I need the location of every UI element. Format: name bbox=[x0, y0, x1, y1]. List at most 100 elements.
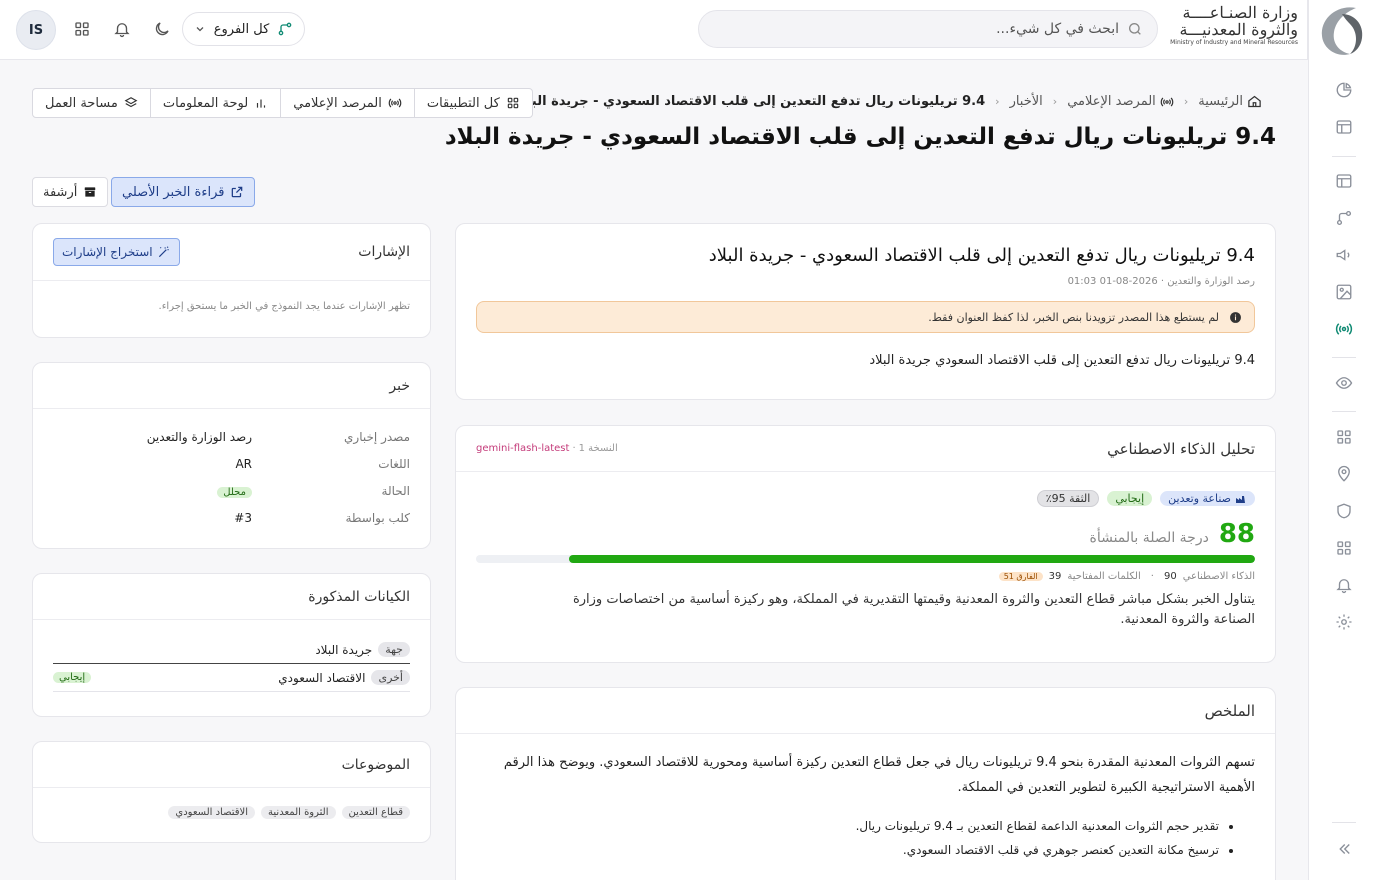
relevance-label: درجة الصلة بالمنشأة bbox=[1089, 530, 1209, 546]
collapse-chevrons-icon[interactable] bbox=[1334, 839, 1354, 859]
breadcrumb-media-observatory[interactable]: المرصد الإعلامي bbox=[1067, 94, 1174, 109]
bell-rail-icon[interactable] bbox=[1334, 575, 1354, 595]
entity-type: جهة bbox=[378, 642, 410, 657]
archive-icon bbox=[83, 185, 97, 199]
extract-signals-label: استخراج الإشارات bbox=[62, 245, 153, 259]
factory-icon bbox=[1235, 493, 1247, 505]
breadcrumb-news[interactable]: الأخبار bbox=[1010, 94, 1043, 109]
entities-title: الكيانات المذكورة bbox=[308, 588, 410, 605]
topic-chip[interactable]: الثروة المعدنية bbox=[261, 806, 336, 819]
read-original-label: قراءة الخبر الأصلي bbox=[122, 184, 225, 200]
branch-icon[interactable] bbox=[1334, 208, 1354, 228]
external-link-icon bbox=[230, 185, 244, 199]
home-icon bbox=[1247, 94, 1262, 109]
entity-row: جهة جريدة البلاد bbox=[53, 636, 410, 664]
pie-chart-icon[interactable] bbox=[1334, 80, 1354, 100]
detail-key: كلب بواسطة bbox=[345, 510, 411, 525]
article-meta: رصد الوزارة والتعدين · 2026-08-01 01:03 bbox=[1067, 276, 1255, 287]
bell-icon[interactable] bbox=[108, 15, 136, 43]
user-avatar[interactable]: IS bbox=[16, 10, 56, 50]
summary-bullet: ترسيخ مكانة التعدين كعنصر جوهري في قلب ا… bbox=[476, 838, 1219, 862]
topics-title: الموضوعات bbox=[341, 756, 410, 773]
tab-workspace[interactable]: مساحة العمل bbox=[33, 89, 150, 117]
summary-title: الملخص bbox=[1204, 701, 1255, 720]
signals-card: الإشارات استخراج الإشارات تظهر الإشارات … bbox=[32, 223, 431, 338]
broadcast-icon[interactable] bbox=[1334, 319, 1354, 339]
detail-key: مصدر إخباري bbox=[344, 429, 410, 444]
summary-card: الملخص تسهم الثروات المعدنية المقدرة بنح… bbox=[455, 687, 1276, 880]
detail-value: AR bbox=[235, 456, 252, 471]
signals-empty-text: تظهر الإشارات عندما يجد النموذج في الخبر… bbox=[158, 301, 410, 312]
eye-icon[interactable] bbox=[1334, 373, 1354, 393]
ai-analysis-card: تحليل الذكاء الاصطناعي النسخة 1 · gemini… bbox=[455, 425, 1276, 663]
top-bar: وزارة الصنـاعــــة والثروة المعدنيـــة M… bbox=[0, 0, 1308, 60]
archive-button[interactable]: أرشفة bbox=[32, 177, 109, 207]
extract-signals-button[interactable]: استخراج الإشارات bbox=[53, 238, 180, 266]
global-search[interactable] bbox=[698, 10, 1158, 48]
settings-icon[interactable] bbox=[1334, 612, 1354, 632]
detail-fetched-by-link[interactable]: #3 bbox=[234, 511, 252, 525]
breadcrumb-separator: ‹ bbox=[995, 95, 1000, 108]
summary-bullet: تقدير حجم الثروات المعدنية الداعمة لقطاع… bbox=[476, 814, 1219, 838]
page-title: 9.4 تريليونات ريال تدفع التعدين إلى قلب … bbox=[444, 124, 1276, 150]
breadcrumb-home-label: الرئيسية bbox=[1198, 94, 1243, 109]
location-pin-icon[interactable] bbox=[1334, 464, 1354, 484]
broadcast-icon bbox=[1160, 95, 1174, 109]
notice-text: لم يستطع هذا المصدر تزويدنا بنص الخبر، ل… bbox=[928, 310, 1219, 324]
breadcrumb-media-label: المرصد الإعلامي bbox=[1067, 94, 1156, 109]
apps-grid-icon[interactable] bbox=[1334, 427, 1354, 447]
summary-text: تسهم الثروات المعدنية المقدرة بنحو 9.4 ت… bbox=[503, 755, 1255, 795]
detail-source-link[interactable]: رصد الوزارة والتعدين bbox=[147, 430, 252, 444]
breadcrumb-current: 9.4 تريليونات ريال تدفع التعدين إلى قلب … bbox=[515, 94, 985, 109]
ministry-wordmark: وزارة الصنـاعــــة والثروة المعدنيـــة M… bbox=[1168, 4, 1298, 54]
summary-bullets: تقدير حجم الثروات المعدنية الداعمة لقطاع… bbox=[476, 814, 1255, 862]
tab-dashboard[interactable]: لوحة المعلومات bbox=[149, 89, 280, 117]
table-icon[interactable] bbox=[1334, 171, 1354, 191]
topic-chip[interactable]: الاقتصاد السعودي bbox=[168, 806, 256, 819]
image-icon[interactable] bbox=[1334, 282, 1354, 302]
breadcrumb: الرئيسية ‹ المرصد الإعلامي ‹ الأخبار ‹ 9… bbox=[515, 94, 1262, 109]
avatar-initials: IS bbox=[28, 22, 44, 38]
ai-version: النسخة 1 bbox=[578, 443, 618, 454]
relevance-bar-fill bbox=[569, 555, 1255, 563]
brand-line-3: Ministry of Industry and Mineral Resourc… bbox=[1170, 39, 1298, 46]
archive-label: أرشفة bbox=[43, 184, 78, 200]
keyword-score-label: الكلمات المفتاحية bbox=[1067, 571, 1141, 582]
detail-key: الحالة bbox=[381, 483, 410, 498]
megaphone-icon[interactable] bbox=[1334, 245, 1354, 265]
entity-sentiment-badge: إيجابي bbox=[53, 672, 92, 683]
moon-icon[interactable] bbox=[148, 15, 176, 43]
tab-all-apps[interactable]: كل التطبيقات bbox=[413, 89, 532, 117]
brand-line-2: والثروة المعدنيـــة bbox=[1179, 20, 1298, 39]
sentiment-badge: إيجابي bbox=[1107, 491, 1153, 506]
ai-score-value: 90 bbox=[1163, 571, 1177, 582]
search-input[interactable] bbox=[713, 21, 1119, 37]
entities-card: الكيانات المذكورة جهة جريدة البلاد أخرى … bbox=[32, 573, 431, 717]
grid-icon[interactable] bbox=[1334, 538, 1354, 558]
signals-title: الإشارات bbox=[358, 244, 410, 260]
article-body: 9.4 تريليونات ريال تدفع التعدين إلى قلب … bbox=[869, 353, 1255, 368]
tab-media-observatory[interactable]: المرصد الإعلامي bbox=[280, 89, 414, 117]
ai-rationale: يتناول الخبر بشكل مباشر قطاع التعدين وال… bbox=[572, 592, 1255, 627]
app-switcher: كل التطبيقات المرصد الإعلامي لوحة المعلو… bbox=[32, 88, 533, 118]
entity-name: جريدة البلاد bbox=[315, 642, 373, 657]
news-details-card: خبر مصدر إخباري رصد الوزارة والتعدين اللغ… bbox=[32, 362, 431, 549]
broadcast-icon bbox=[388, 96, 402, 110]
relevance-bar bbox=[476, 555, 1255, 563]
branches-label: كل الفروع bbox=[213, 21, 270, 37]
branches-dropdown[interactable]: كل الفروع bbox=[182, 12, 305, 46]
detail-row-language: اللغات AR bbox=[53, 450, 410, 477]
breadcrumb-separator: ‹ bbox=[1052, 95, 1058, 108]
layout-icon[interactable] bbox=[1334, 117, 1354, 137]
grid-icon bbox=[506, 96, 520, 110]
topic-chip[interactable]: قطاع التعدين bbox=[341, 806, 410, 819]
magic-wand-icon bbox=[157, 245, 171, 259]
read-original-button[interactable]: قراءة الخبر الأصلي bbox=[111, 177, 256, 207]
side-rail bbox=[1308, 0, 1380, 880]
detail-row-status: الحالة محلل bbox=[53, 477, 410, 504]
branch-icon bbox=[277, 21, 293, 37]
category-badge: صناعة وتعدين bbox=[1160, 491, 1255, 506]
shield-icon[interactable] bbox=[1334, 501, 1354, 521]
apps-icon[interactable] bbox=[68, 15, 96, 43]
breadcrumb-home[interactable]: الرئيسية bbox=[1198, 94, 1262, 109]
